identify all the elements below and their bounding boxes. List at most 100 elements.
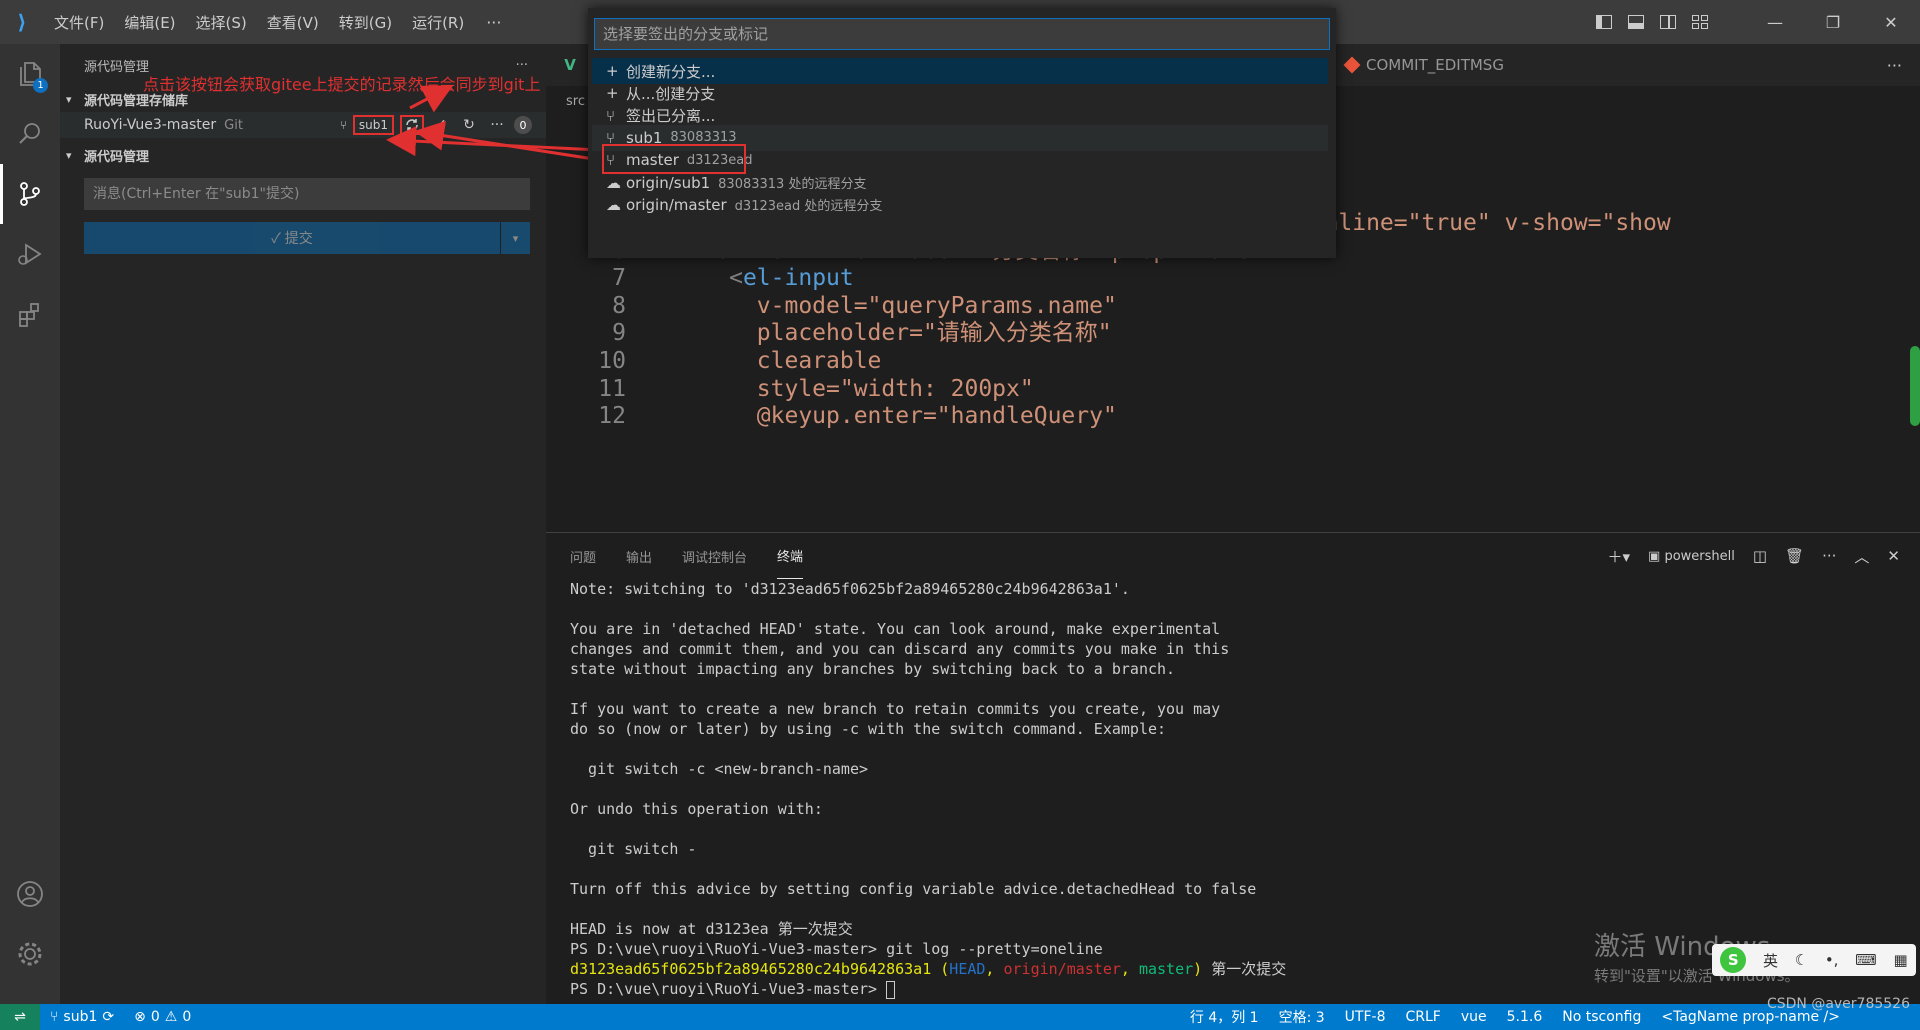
tab-output[interactable]: 输出: [626, 533, 652, 579]
branch-checkout-button[interactable]: sub1: [352, 115, 394, 135]
panel-more-icon[interactable]: ···: [1822, 547, 1836, 565]
scm-section-header[interactable]: ▾ 源代码管理: [60, 142, 546, 168]
status-position[interactable]: 行 4，列 1: [1180, 1007, 1269, 1027]
repo-more-icon[interactable]: ···: [486, 117, 508, 133]
run-debug-icon[interactable]: [0, 224, 60, 284]
code-attrs: style="width: 200px": [756, 375, 1034, 402]
annotation-text: 点击该按钮会获取gitee上提交的记录然后会同步到git上: [143, 75, 541, 94]
extensions-icon[interactable]: [0, 284, 60, 344]
status-language[interactable]: vue: [1451, 1009, 1497, 1025]
scm-section-title: 源代码管理: [84, 149, 150, 165]
branch-quick-pick: +创建新分支...+从...创建分支⑂签出已分离...⑂sub183083313…: [588, 8, 1336, 258]
restore-button[interactable]: ❐: [1804, 0, 1862, 44]
commit-dropdown-chevron-icon[interactable]: ▾: [500, 222, 530, 254]
maximize-panel-chevron-up-icon[interactable]: ︿: [1854, 546, 1869, 567]
sidebar-title: 源代码管理: [84, 59, 150, 75]
minimize-button[interactable]: —: [1746, 0, 1804, 44]
terminal-line: Turn off this advice by setting config v…: [570, 880, 1257, 898]
accounts-icon[interactable]: [0, 864, 60, 924]
keyboard-icon[interactable]: ⌨: [1855, 951, 1877, 969]
explorer-icon[interactable]: 1: [0, 44, 60, 104]
split-terminal-icon[interactable]: ◫: [1753, 547, 1767, 565]
toggle-secondary-sidebar-icon[interactable]: [1660, 15, 1676, 29]
status-branch[interactable]: ⑂ sub1 ⟳: [40, 1009, 124, 1025]
source-control-sidebar: 源代码管理 ··· ▾ 源代码管理存储库 RuoYi-Vue3-master G…: [60, 44, 546, 1004]
code-attrs: v-model="queryParams.name": [756, 292, 1117, 319]
commit-check-icon[interactable]: ✓: [430, 117, 452, 133]
status-ts-version[interactable]: 5.1.6: [1497, 1009, 1553, 1025]
menu-edit[interactable]: 编辑(E): [114, 0, 185, 44]
quick-pick-item-desc: 83083313 处的远程分支: [718, 177, 867, 192]
menu-more-button[interactable]: ···: [474, 13, 513, 32]
toggle-primary-sidebar-icon[interactable]: [1596, 15, 1612, 29]
repo-row[interactable]: RuoYi-Vue3-master Git ⑂ sub1 ✓ ↻ ··· 0: [60, 112, 546, 138]
menu-selection[interactable]: 选择(S): [186, 0, 257, 44]
breadcrumb[interactable]: src: [566, 94, 585, 109]
tab-problems[interactable]: 问题: [570, 533, 596, 579]
status-problems[interactable]: ⊗ 0 ⚠ 0: [124, 1009, 201, 1025]
log-sep: ,: [1120, 960, 1139, 978]
terminal-line: git switch -c <new-branch-name>: [570, 760, 869, 778]
status-eol[interactable]: CRLF: [1395, 1009, 1450, 1025]
terminal-lines: Note: switching to 'd3123ead65f0625bf2a8…: [570, 579, 1910, 959]
customize-layout-icon[interactable]: [1692, 15, 1708, 29]
menu-run[interactable]: 运行(R): [402, 0, 474, 44]
log-sep: ,: [985, 960, 1004, 978]
ime-toolbar[interactable]: S 英 ☾ •, ⌨ ▦: [1712, 944, 1916, 976]
menu-go[interactable]: 转到(G): [329, 0, 402, 44]
remote-icon[interactable]: ⇌: [0, 1004, 40, 1030]
csdn-credit: CSDN @aver785526: [1766, 996, 1910, 1012]
shell-name: powershell: [1664, 548, 1735, 564]
quick-pick-item[interactable]: ☁ origin/master d3123ead 处的远程分支: [592, 192, 1328, 218]
toggle-panel-icon[interactable]: [1628, 15, 1644, 29]
quick-pick-item-label: 创建新分支...: [626, 62, 716, 81]
code-attrs: clearable: [756, 348, 882, 374]
tab-commit-editmsg[interactable]: COMMIT_EDITMSG: [1336, 44, 1514, 86]
changes-count-badge: 0: [514, 116, 532, 134]
source-control-icon[interactable]: [0, 164, 60, 224]
log-refs-close: ): [1193, 960, 1203, 978]
editor-more-button[interactable]: ···: [1887, 44, 1902, 86]
quick-pick-item-desc: d3123ead 处的远程分支: [734, 199, 883, 215]
commit-message-input[interactable]: [84, 178, 530, 210]
status-indent[interactable]: 空格: 3: [1269, 1007, 1335, 1027]
terminal-shell-icon[interactable]: ▣ powershell: [1648, 549, 1735, 564]
new-terminal-plus-icon[interactable]: ＋▾: [1607, 546, 1630, 567]
sync-icon[interactable]: ⟳: [102, 1009, 114, 1025]
kill-terminal-trash-icon[interactable]: 🗑: [1785, 547, 1804, 565]
commit-button[interactable]: ✓ 提交: [84, 222, 500, 254]
ime-language-label[interactable]: 英: [1763, 950, 1778, 971]
search-icon[interactable]: [0, 104, 60, 164]
scrollbar-slider[interactable]: [1910, 346, 1920, 426]
menu-view[interactable]: 查看(V): [257, 0, 329, 44]
error-icon: ⊗: [134, 1009, 146, 1025]
cloud-icon: ☁: [606, 195, 621, 214]
punctuation-icon[interactable]: •,: [1825, 951, 1839, 969]
grid-icon[interactable]: ▦: [1893, 951, 1907, 969]
refresh-icon[interactable]: ↻: [458, 117, 480, 133]
terminal-line: Note: switching to 'd3123ead65f0625bf2a8…: [570, 580, 1130, 598]
log-head-ref: HEAD: [949, 960, 986, 978]
status-tsconfig[interactable]: No tsconfig: [1552, 1009, 1651, 1025]
tab-debug-console[interactable]: 调试控制台: [682, 533, 747, 579]
settings-gear-icon[interactable]: [0, 924, 60, 984]
vue-file-tab-icon[interactable]: V: [546, 44, 594, 86]
menu-file[interactable]: 文件(F): [44, 0, 114, 44]
code-attrs: @keyup.enter="handleQuery": [756, 403, 1117, 430]
sync-changes-button[interactable]: [400, 115, 424, 135]
moon-icon[interactable]: ☾: [1795, 951, 1808, 969]
close-button[interactable]: ✕: [1862, 0, 1920, 44]
quick-pick-input[interactable]: [594, 18, 1330, 50]
tab-terminal[interactable]: 终端: [777, 533, 804, 579]
status-encoding[interactable]: UTF-8: [1335, 1009, 1396, 1025]
warning-icon: ⚠: [164, 1009, 178, 1025]
close-panel-icon[interactable]: ✕: [1887, 547, 1900, 565]
